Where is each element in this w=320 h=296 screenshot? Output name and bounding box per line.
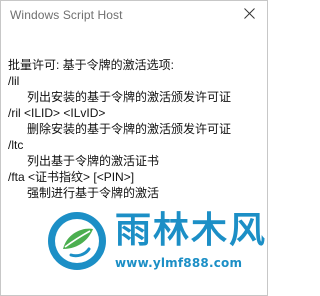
watermark: 雨林木风 www.ylmf888.com [45,209,265,289]
message-line-ril-desc: 删除安装的基于令牌的激活颁发许可证 [27,122,232,136]
watermark-title: 雨林木风 [115,210,268,251]
message-line-ltc-option: /ltc [8,138,24,152]
message-line-fta-desc: 强制进行基于令牌的激活 [27,186,160,200]
close-icon [244,8,255,19]
message-line-ril-option: /ril <ILID> <ILvID> [8,106,106,120]
message-line-fta-option: /fta <证书指纹> [<PIN>] [8,170,135,184]
watermark-url: www.ylmf888.com [115,256,243,270]
message-line-lil-desc: 列出安装的基于令牌的激活颁发许可证 [27,90,232,104]
message-line-heading: 批量许可: 基于令牌的激活选项: [8,58,175,72]
message-line-ltc-desc: 列出基于令牌的激活证书 [27,154,160,168]
window-title: Windows Script Host [10,8,123,22]
dialog-window: Windows Script Host 批量许可: 基于令牌的激活选项: /li… [0,0,268,296]
ylmf-logo-icon [48,212,106,270]
message-line-lil-option: /lil [8,74,20,88]
message-body: 批量许可: 基于令牌的激活选项: /lil 列出安装的基于令牌的激活颁发许可证 … [8,57,262,201]
title-bar: Windows Script Host [1,1,267,31]
close-button[interactable] [233,1,267,27]
